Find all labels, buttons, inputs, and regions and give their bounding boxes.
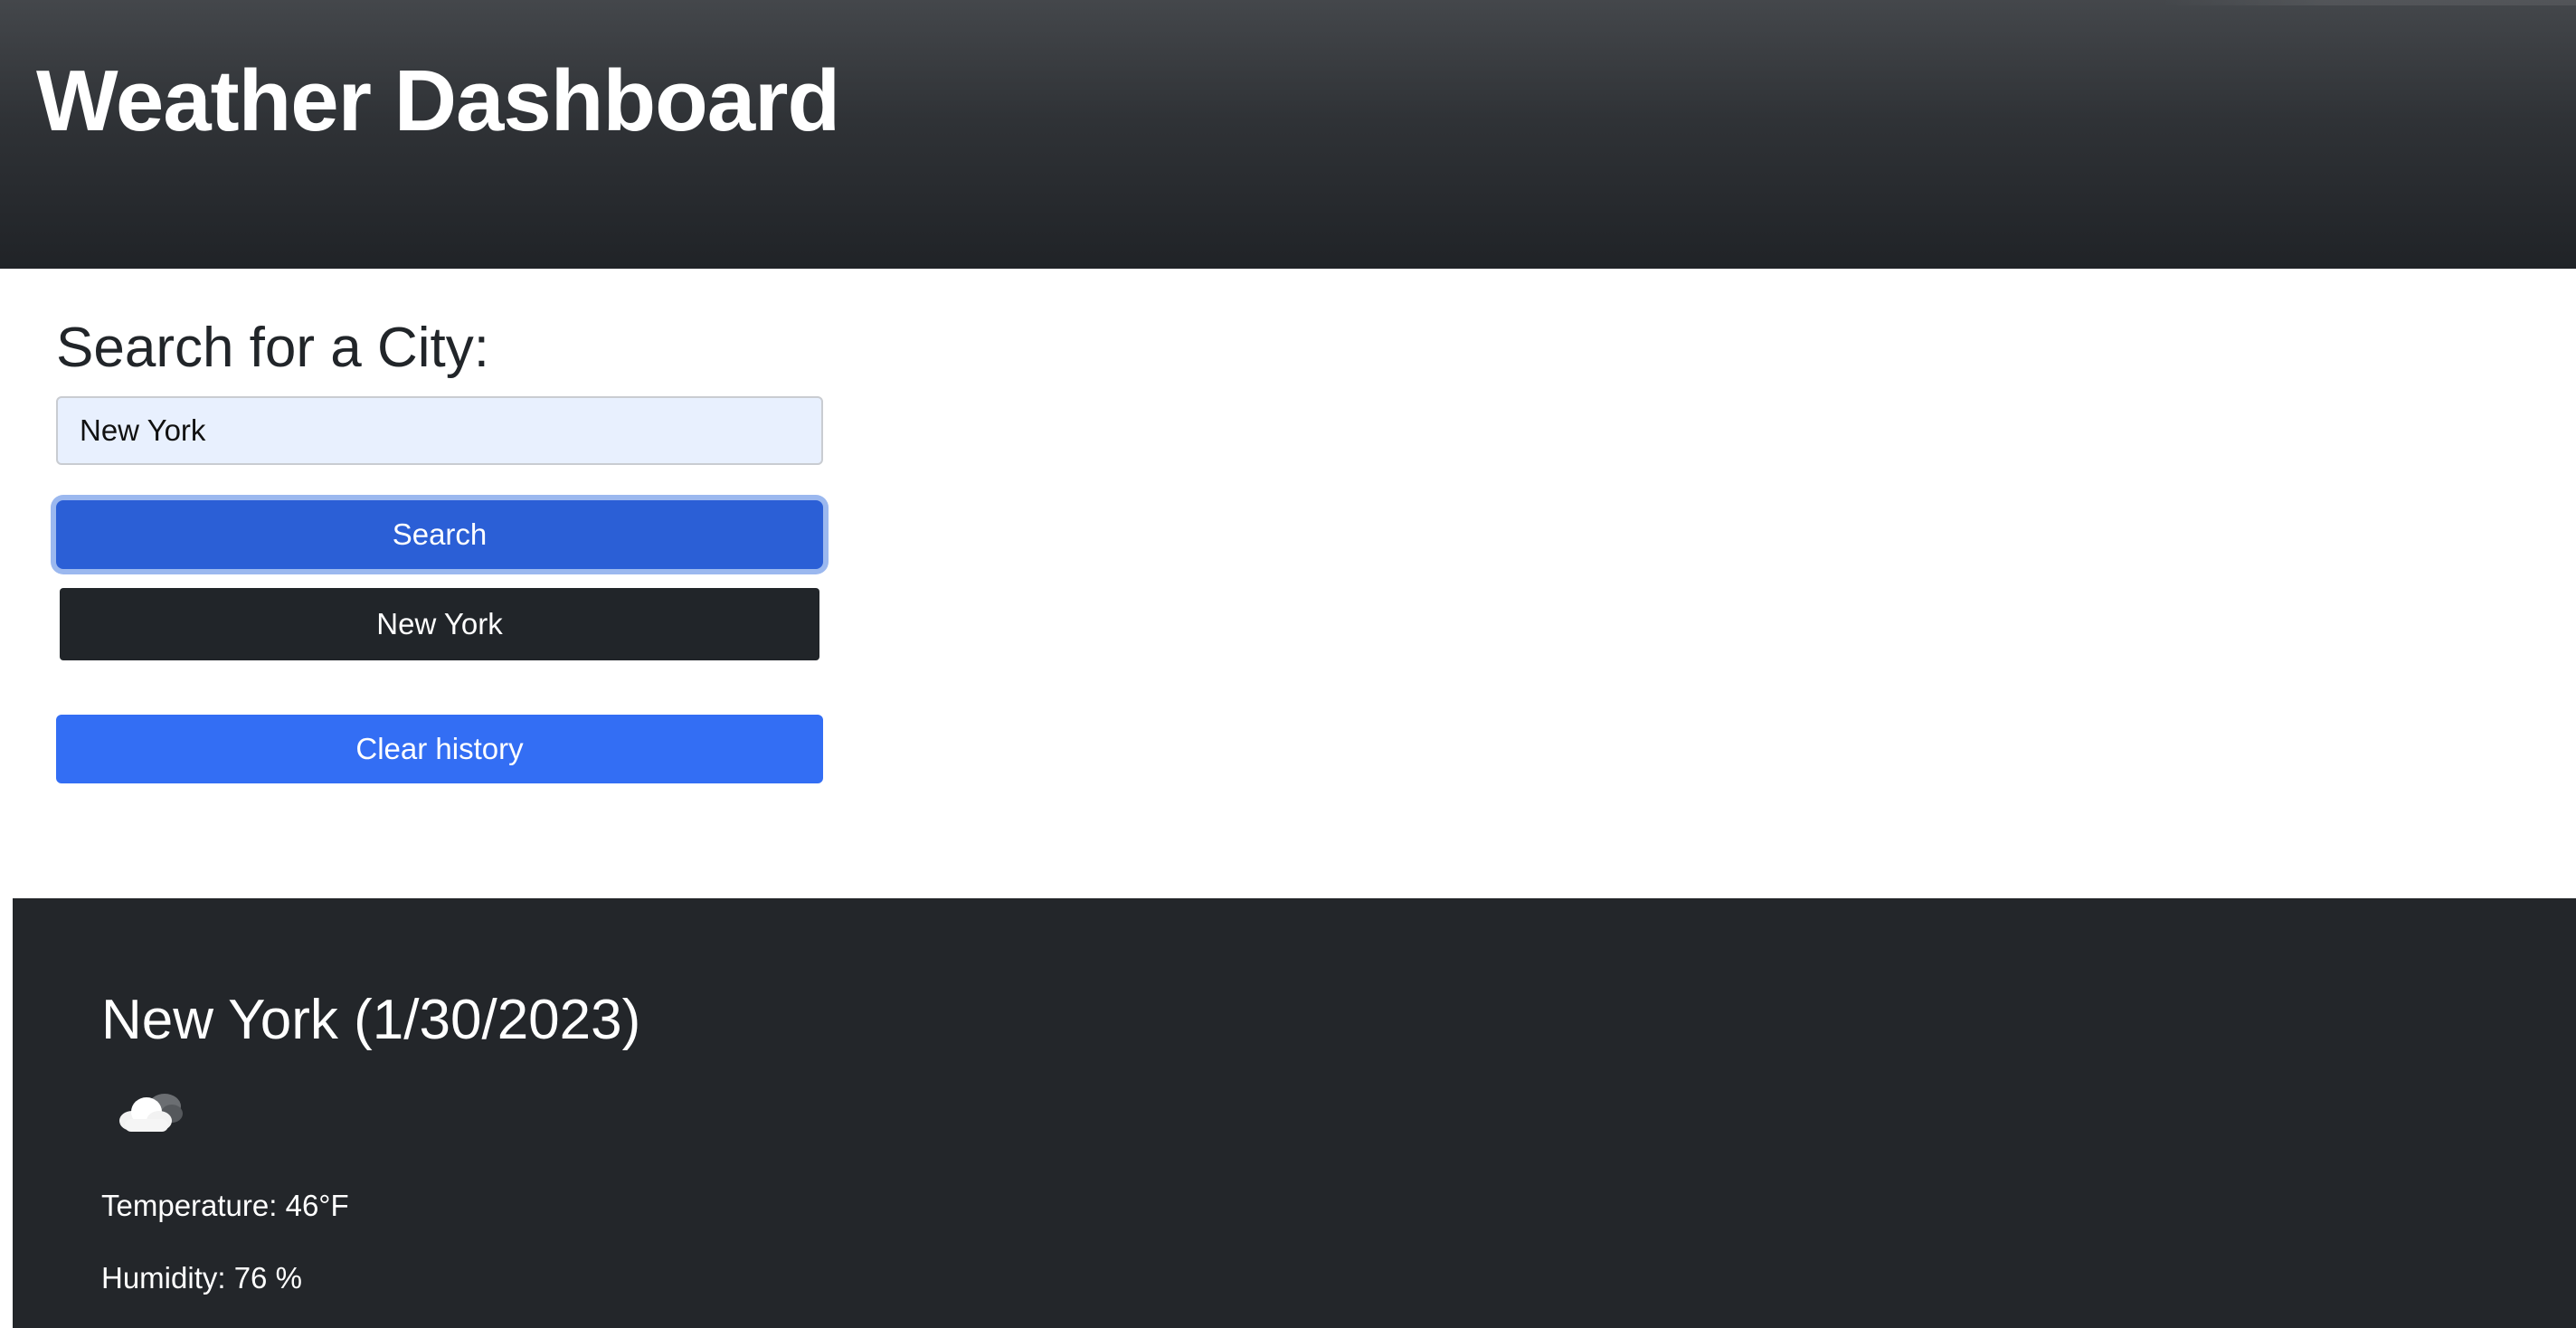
city-search-input[interactable] [56,396,823,465]
history-item-new-york[interactable]: New York [60,588,819,660]
clear-history-button[interactable]: Clear history [56,715,823,783]
search-button[interactable]: Search [56,500,823,569]
current-weather-panel: New York (1/30/2023) Temperature: 46°F H… [13,898,2576,1328]
header-highlight [2160,0,2576,5]
humidity-text: Humidity: 76 % [101,1261,302,1295]
page-header: Weather Dashboard [0,0,2576,269]
page-title: Weather Dashboard [36,52,840,149]
cloud-icon [112,1079,194,1143]
temperature-text: Temperature: 46°F [101,1189,349,1222]
search-heading: Search for a City: [56,317,489,379]
current-city-date: New York (1/30/2023) [101,989,641,1051]
